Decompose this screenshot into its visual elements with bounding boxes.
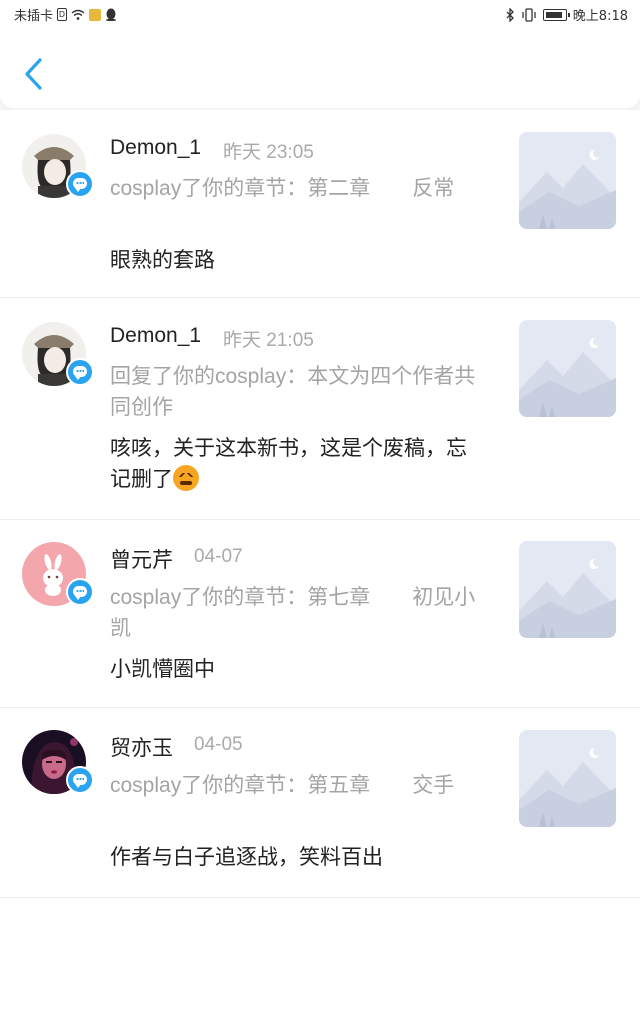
placeholder-landscape-icon	[519, 541, 616, 638]
placeholder-landscape-icon	[519, 730, 616, 827]
message-list: Demon_1 昨天 23:05 cosplay了你的章节：第二章 反常 眼熟的…	[0, 110, 640, 1024]
list-item[interactable]: 贸亦玉 04-05 cosplay了你的章节：第五章 交手 作者与白子追逐战，笑…	[0, 708, 640, 898]
comment-badge-icon	[66, 766, 94, 794]
qq-icon	[106, 8, 117, 21]
comment-badge-icon	[66, 578, 94, 606]
placeholder-landscape-icon	[519, 132, 616, 229]
header-bar	[0, 26, 640, 108]
angry-face-emoji-icon	[173, 465, 199, 491]
status-bar: 未插卡 D 晚上8:18	[0, 0, 640, 26]
sender-name[interactable]: Demon_1	[110, 324, 201, 348]
clock: 晚上8:18	[572, 9, 628, 24]
message-time: 昨天 23:05	[223, 142, 314, 163]
sender-name[interactable]: Demon_1	[110, 136, 201, 160]
list-item[interactable]: Demon_1 昨天 23:05 cosplay了你的章节：第二章 反常 眼熟的…	[0, 110, 640, 298]
message-subject[interactable]: cosplay了你的章节：第五章 交手	[110, 770, 480, 801]
vibrate-icon	[522, 7, 536, 22]
message-time: 昨天 21:05	[223, 330, 314, 351]
message-content: 咳咳，关于这本新书，这是个废稿，忘记删了	[110, 433, 470, 495]
list-item[interactable]: Demon_1 昨天 21:05 回复了你的cosplay：本文为四个作者共同创…	[0, 298, 640, 520]
message-subject[interactable]: cosplay了你的章节：第七章 初见小凯	[110, 582, 480, 644]
placeholder-landscape-icon	[519, 320, 616, 417]
message-time: 04-05	[194, 734, 243, 755]
sim-icon: D	[57, 8, 68, 21]
chapter-thumbnail[interactable]	[519, 320, 616, 417]
battery-icon	[542, 8, 570, 21]
sd-card-icon	[89, 8, 102, 21]
comment-badge-icon	[66, 358, 94, 386]
sender-name[interactable]: 曾元芹	[110, 544, 173, 574]
message-subject[interactable]: 回复了你的cosplay：本文为四个作者共同创作	[110, 361, 480, 423]
back-button[interactable]	[18, 54, 50, 94]
wifi-icon	[71, 9, 85, 20]
list-item[interactable]: 曾元芹 04-07 cosplay了你的章节：第七章 初见小凯 小凯懵圈中	[0, 520, 640, 708]
comment-badge-icon	[66, 170, 94, 198]
bluetooth-icon	[506, 7, 514, 22]
carrier-label: 未插卡	[14, 9, 54, 24]
message-content-text: 咳咳，关于这本新书，这是个废稿，忘记删了	[110, 437, 467, 491]
chapter-thumbnail[interactable]	[519, 132, 616, 229]
sender-name[interactable]: 贸亦玉	[110, 732, 173, 762]
message-subject[interactable]: cosplay了你的章节：第二章 反常	[110, 173, 480, 204]
message-content: 小凯懵圈中	[110, 658, 215, 681]
message-content: 作者与白子追逐战，笑料百出	[110, 846, 383, 869]
message-time: 04-07	[194, 546, 243, 567]
chapter-thumbnail[interactable]	[519, 541, 616, 638]
chapter-thumbnail[interactable]	[519, 730, 616, 827]
message-content: 眼熟的套路	[110, 249, 215, 272]
chevron-left-icon	[25, 58, 42, 90]
